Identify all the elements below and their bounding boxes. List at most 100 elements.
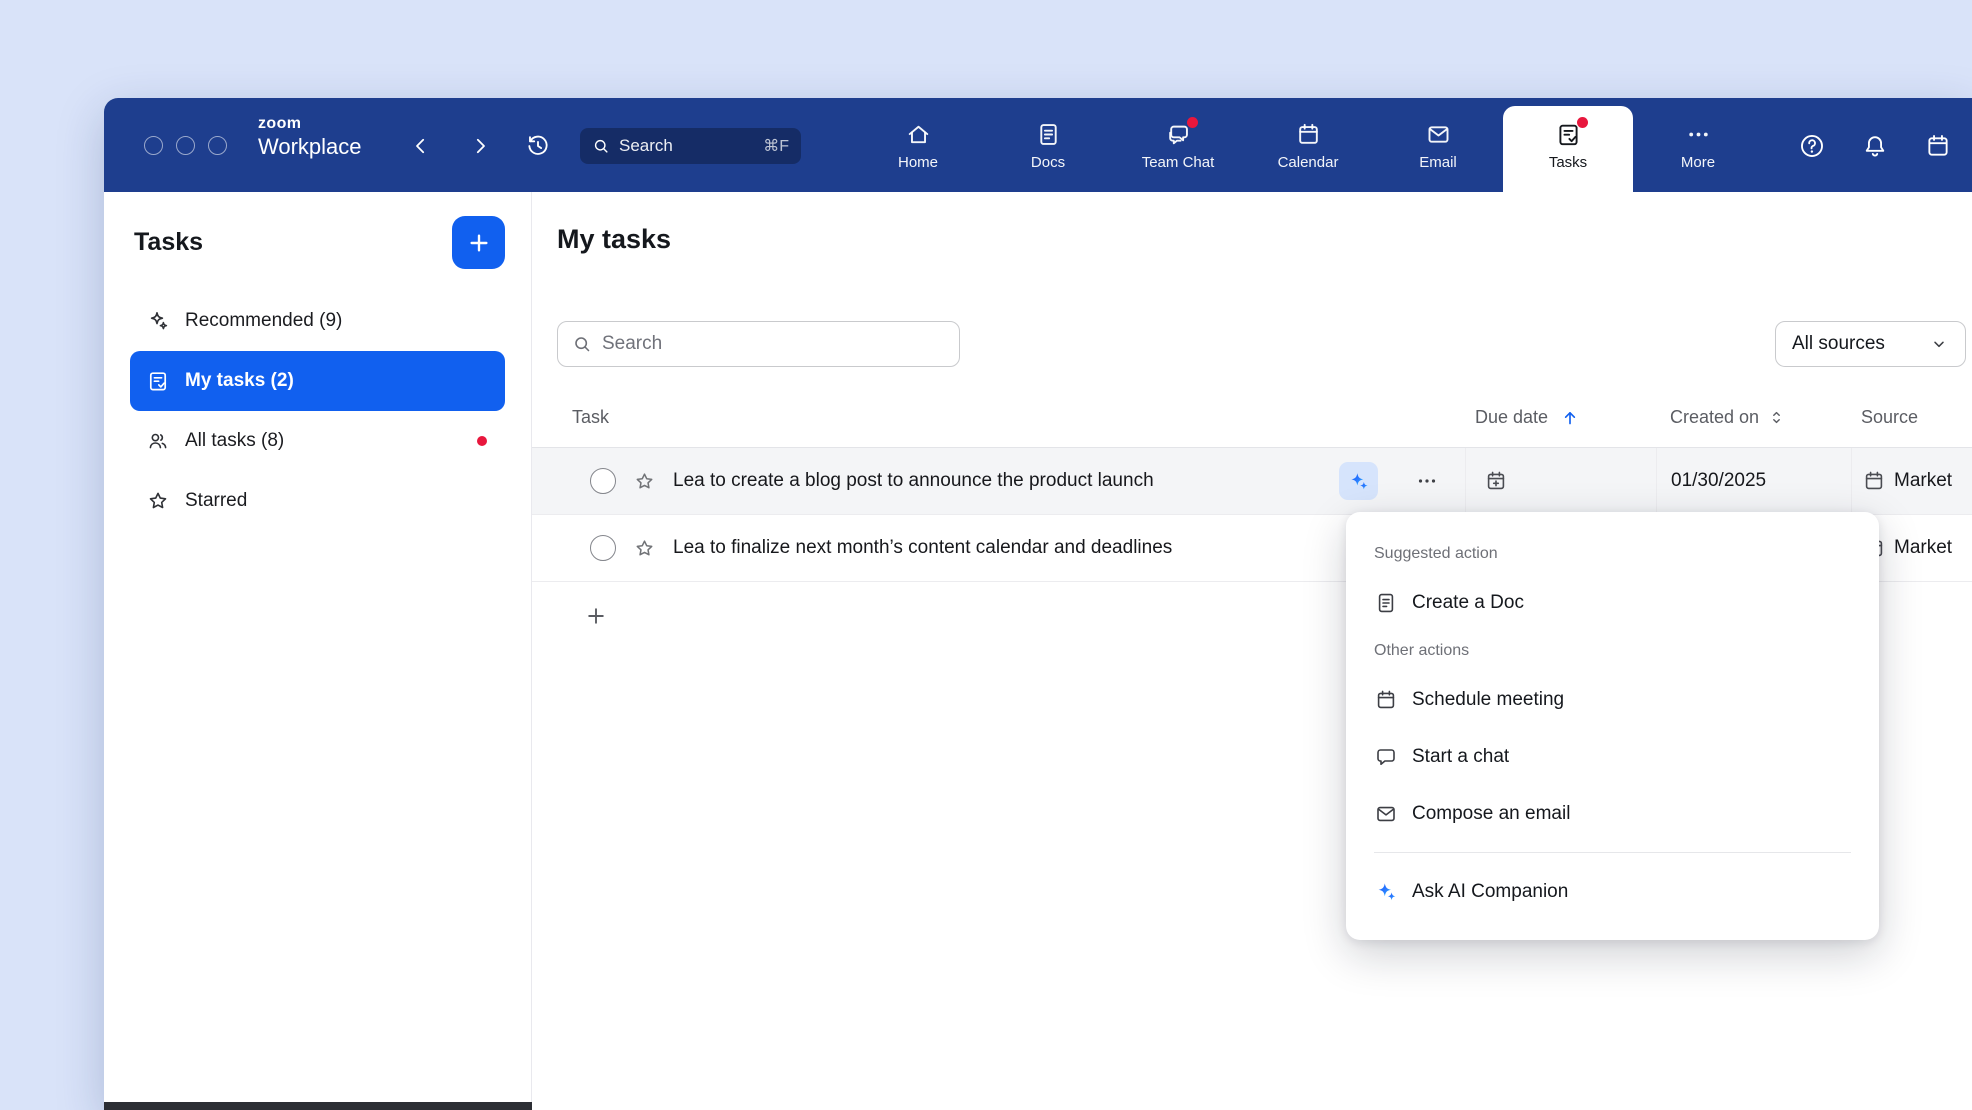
sources-filter-value: All sources bbox=[1792, 333, 1885, 355]
team-chat-icon bbox=[1165, 121, 1192, 148]
logo-zoom-text: zoom bbox=[258, 115, 362, 133]
sort-toggle-icon bbox=[1767, 408, 1786, 427]
sidebar-item-my-tasks[interactable]: My tasks (2) bbox=[130, 351, 505, 411]
star-icon[interactable] bbox=[633, 470, 656, 493]
tasks-icon bbox=[1555, 121, 1582, 148]
menu-item-create-a-doc[interactable]: Create a Doc bbox=[1346, 574, 1879, 631]
task-check-icon bbox=[146, 369, 170, 393]
column-header-due-date[interactable]: Due date bbox=[1465, 388, 1656, 447]
menu-item-label: Create a Doc bbox=[1412, 592, 1524, 614]
ai-suggested-actions-menu: Suggested action Create a Doc Other acti… bbox=[1346, 512, 1879, 940]
menu-section-label: Suggested action bbox=[1346, 534, 1879, 574]
task-cell: Lea to finalize next month’s content cal… bbox=[532, 515, 1465, 581]
history-icon[interactable] bbox=[525, 133, 551, 159]
nav-tasks[interactable]: Tasks bbox=[1503, 106, 1633, 192]
calendar-icon bbox=[1295, 121, 1322, 148]
titlebar: zoom Workplace Search ⌘F Home bbox=[104, 98, 1972, 192]
tasks-search-input[interactable] bbox=[602, 333, 945, 355]
menu-item-label: Ask AI Companion bbox=[1412, 881, 1568, 903]
tasks-search[interactable] bbox=[557, 321, 960, 367]
menu-divider bbox=[1374, 852, 1851, 853]
plus-icon bbox=[466, 230, 492, 256]
task-title: Lea to finalize next month’s content cal… bbox=[673, 537, 1172, 559]
menu-section-label: Other actions bbox=[1346, 631, 1879, 671]
nav-docs-label: Docs bbox=[1031, 154, 1065, 171]
column-header-task: Task bbox=[532, 388, 1465, 447]
people-icon bbox=[146, 429, 170, 453]
sidebar-item-label: Recommended (9) bbox=[185, 310, 342, 332]
sidebar-item-label: My tasks (2) bbox=[185, 370, 294, 392]
sidebar-item-label: Starred bbox=[185, 490, 247, 512]
back-button[interactable] bbox=[409, 134, 433, 158]
nav-home[interactable]: Home bbox=[853, 98, 983, 192]
menu-item-label: Schedule meeting bbox=[1412, 689, 1564, 711]
nav-email-label: Email bbox=[1419, 154, 1457, 171]
sidebar-item-label: All tasks (8) bbox=[185, 430, 284, 452]
primary-nav: Home Docs Team Chat Calendar bbox=[853, 98, 1763, 192]
due-date-cell[interactable] bbox=[1465, 448, 1656, 514]
menu-item-ask-ai-companion[interactable]: Ask AI Companion bbox=[1346, 863, 1879, 920]
more-icon bbox=[1685, 121, 1712, 148]
sources-filter-dropdown[interactable]: All sources bbox=[1775, 321, 1966, 367]
search-icon bbox=[572, 334, 592, 354]
nav-calendar[interactable]: Calendar bbox=[1243, 98, 1373, 192]
star-icon[interactable] bbox=[633, 537, 656, 560]
sort-ascending-icon bbox=[1560, 408, 1580, 428]
global-search-placeholder: Search bbox=[619, 136, 673, 156]
notifications-bell-icon[interactable] bbox=[1861, 132, 1889, 160]
chevron-down-icon bbox=[1929, 334, 1949, 354]
add-task-button[interactable] bbox=[452, 216, 505, 269]
window-control-zoom[interactable] bbox=[208, 136, 227, 155]
window-control-close[interactable] bbox=[144, 136, 163, 155]
doc-icon bbox=[1374, 591, 1398, 615]
menu-item-schedule-meeting[interactable]: Schedule meeting bbox=[1346, 671, 1879, 728]
menu-item-label: Start a chat bbox=[1412, 746, 1509, 768]
sidebar-title: Tasks bbox=[134, 228, 203, 257]
sidebar-header: Tasks bbox=[104, 192, 531, 269]
sparkle-icon bbox=[146, 309, 170, 333]
forward-button[interactable] bbox=[468, 134, 492, 158]
calendar-icon bbox=[1862, 469, 1886, 493]
task-complete-checkbox[interactable] bbox=[590, 535, 616, 561]
bottom-window-edge bbox=[104, 1102, 532, 1110]
row-more-actions-icon[interactable] bbox=[1415, 469, 1439, 493]
window-control-minimize[interactable] bbox=[176, 136, 195, 155]
task-complete-checkbox[interactable] bbox=[590, 468, 616, 494]
sidebar-list: Recommended (9) My tasks (2) All tasks (… bbox=[104, 269, 531, 531]
calendar-icon bbox=[1374, 688, 1398, 712]
column-header-source: Source bbox=[1851, 388, 1972, 447]
table-row[interactable]: Lea to create a blog post to announce th… bbox=[532, 448, 1972, 515]
menu-item-label: Compose an email bbox=[1412, 803, 1570, 825]
global-search[interactable]: Search ⌘F bbox=[580, 128, 801, 164]
table-header-row: Task Due date Created on Source bbox=[532, 388, 1972, 448]
tasks-sidebar: Tasks Recommended (9) My tasks (2) bbox=[104, 192, 532, 1110]
window-controls bbox=[144, 136, 227, 155]
logo-workplace-text: Workplace bbox=[258, 135, 362, 159]
ai-sparkle-icon bbox=[1374, 880, 1398, 904]
task-cell: Lea to create a blog post to announce th… bbox=[532, 448, 1465, 514]
sidebar-item-starred[interactable]: Starred bbox=[130, 471, 505, 531]
nav-team-chat[interactable]: Team Chat bbox=[1113, 98, 1243, 192]
nav-docs[interactable]: Docs bbox=[983, 98, 1113, 192]
column-header-created-on[interactable]: Created on bbox=[1656, 388, 1851, 447]
sidebar-item-all-tasks[interactable]: All tasks (8) bbox=[130, 411, 505, 471]
chat-bubble-icon bbox=[1374, 745, 1398, 769]
nav-email[interactable]: Email bbox=[1373, 98, 1503, 192]
page-title: My tasks bbox=[557, 224, 671, 255]
nav-tasks-label: Tasks bbox=[1549, 154, 1587, 171]
nav-more-label: More bbox=[1681, 154, 1715, 171]
menu-item-compose-an-email[interactable]: Compose an email bbox=[1346, 785, 1879, 842]
star-icon bbox=[146, 489, 170, 513]
ai-companion-action-button[interactable] bbox=[1339, 462, 1378, 500]
zoom-workplace-logo: zoom Workplace bbox=[258, 115, 362, 159]
help-icon[interactable] bbox=[1798, 132, 1826, 160]
menu-item-start-a-chat[interactable]: Start a chat bbox=[1346, 728, 1879, 785]
tasks-notification-dot bbox=[1577, 117, 1588, 128]
search-shortcut-hint: ⌘F bbox=[763, 136, 789, 156]
sidebar-item-recommended[interactable]: Recommended (9) bbox=[130, 291, 505, 351]
nav-team-chat-label: Team Chat bbox=[1142, 154, 1215, 171]
nav-more[interactable]: More bbox=[1633, 98, 1763, 192]
mini-calendar-icon[interactable] bbox=[1924, 132, 1952, 160]
plus-icon bbox=[584, 604, 608, 628]
email-icon bbox=[1425, 121, 1452, 148]
